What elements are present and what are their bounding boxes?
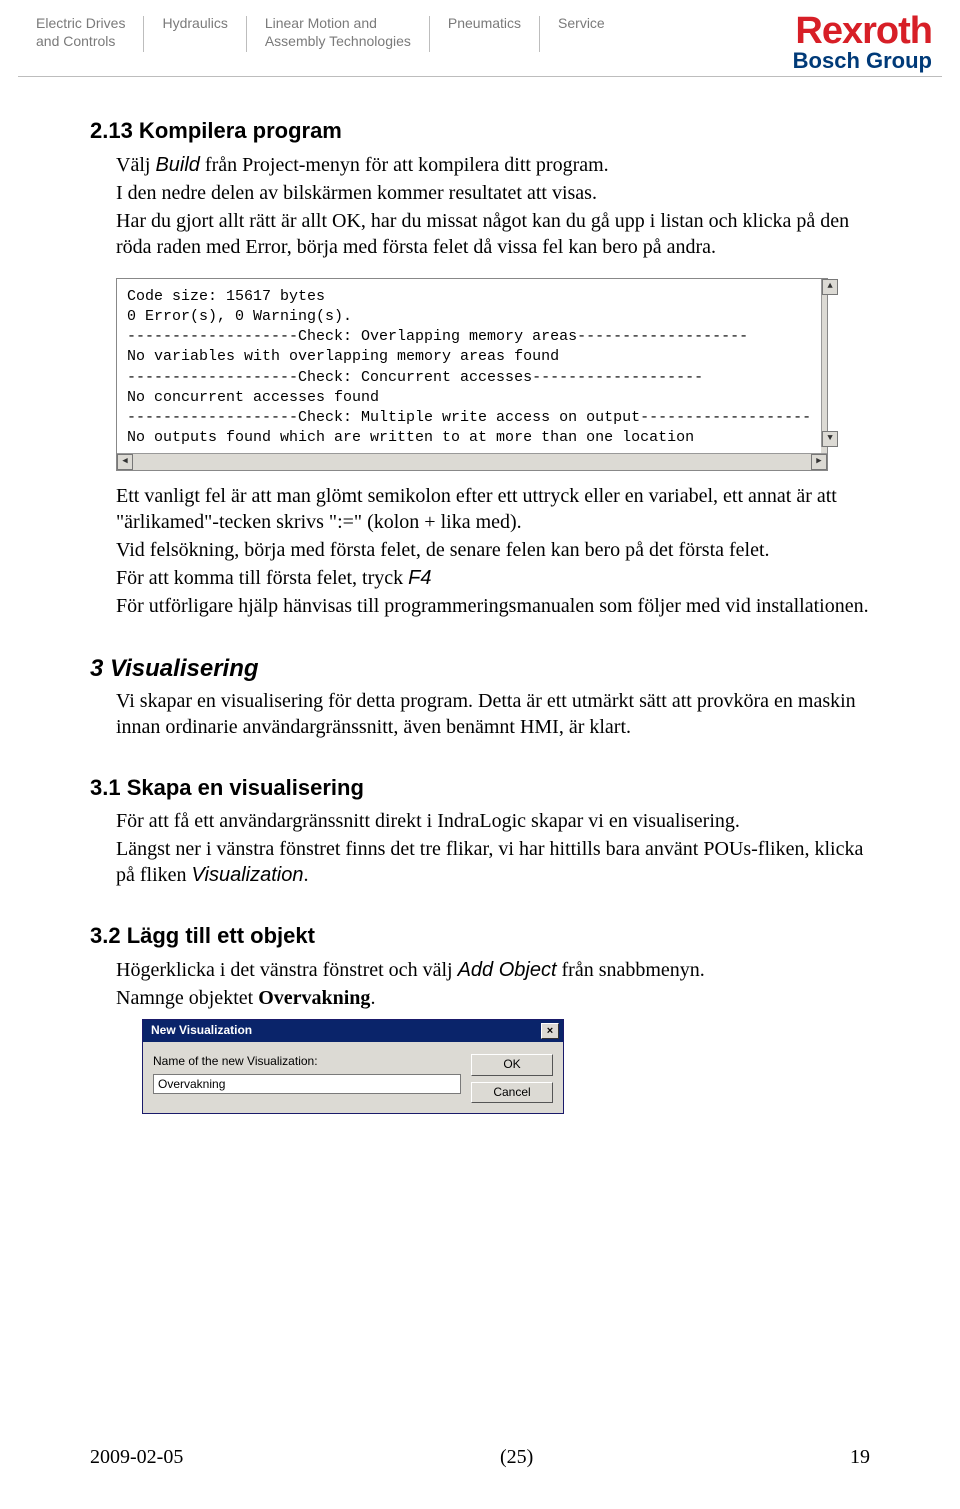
dialog-title: New Visualization (151, 1023, 252, 1039)
heading-3-1: 3.1 Skapa en visualisering (90, 774, 870, 803)
logo-main: Rexroth (793, 14, 932, 48)
text: Namnge objektet (116, 987, 258, 1009)
text: Vi skapar en visualisering för detta pro… (116, 688, 870, 740)
heading-2-13: 2.13 Kompilera program (90, 117, 870, 146)
dialog-titlebar: New Visualization × (143, 1020, 563, 1042)
text: Högerklicka i det vänstra fönstret och v… (116, 959, 458, 981)
section-3-body: Vi skapar en visualisering för detta pro… (116, 688, 870, 740)
footer-center: (25) (183, 1446, 850, 1469)
keyword-visualization: Visualization (192, 864, 304, 886)
page-footer: 2009-02-05 (25) 19 (90, 1446, 870, 1469)
keyword-f4: F4 (408, 567, 431, 589)
text: För att komma till första felet, tryck (116, 567, 408, 589)
footer-page-number: 19 (850, 1446, 870, 1469)
header-item: Electric Drives and Controls (18, 14, 143, 50)
header-item: Service (540, 14, 623, 32)
scroll-left-icon[interactable]: ◀ (117, 454, 133, 470)
section-2-13-body: Välj Build från Project-menyn för att ko… (116, 152, 870, 260)
heading-3-2: 3.2 Lägg till ett objekt (90, 922, 870, 951)
text: För att få ett användargränssnitt direkt… (116, 808, 870, 834)
keyword-build: Build (155, 154, 199, 176)
cancel-button[interactable]: Cancel (471, 1082, 553, 1104)
section-3-2-body: Högerklicka i det vänstra fönstret och v… (116, 957, 870, 1114)
section-3-1-body: För att få ett användargränssnitt direkt… (116, 808, 870, 888)
text: . (370, 987, 375, 1009)
new-visualization-dialog: New Visualization × Name of the new Visu… (142, 1019, 564, 1114)
scrollbar-horizontal[interactable]: ◀ ▶ (117, 453, 827, 470)
logo-sub: Bosch Group (793, 48, 932, 74)
text: från snabbmenyn. (557, 959, 705, 981)
text: För utförligare hjälp hänvisas till prog… (116, 593, 870, 619)
text: Ett vanligt fel är att man glömt semikol… (116, 483, 870, 535)
keyword-add-object: Add Object (458, 959, 557, 981)
text: . (303, 864, 308, 886)
text: Välj (116, 154, 155, 176)
ok-button[interactable]: OK (471, 1054, 553, 1076)
heading-3: 3 Visualisering (90, 653, 870, 684)
text: Vid felsökning, börja med första felet, … (116, 537, 870, 563)
keyword-overvakning: Overvakning (258, 987, 370, 1009)
brand-logo: Rexroth Bosch Group (793, 14, 942, 74)
header-item: Pneumatics (430, 14, 539, 32)
scroll-up-icon[interactable]: ▲ (822, 279, 838, 295)
text: Har du gjort allt rätt är allt OK, har d… (116, 208, 870, 260)
scrollbar-vertical[interactable]: ▲ ▼ (821, 279, 827, 447)
scroll-right-icon[interactable]: ▶ (811, 454, 827, 470)
build-output-panel: Code size: 15617 bytes 0 Error(s), 0 War… (116, 278, 828, 471)
text: från Project-menyn för att kompilera dit… (200, 154, 609, 176)
visualization-name-input[interactable] (153, 1074, 461, 1094)
section-2-13-after: Ett vanligt fel är att man glömt semikol… (116, 483, 870, 619)
text: I den nedre delen av bilskärmen kommer r… (116, 180, 870, 206)
header-item: Linear Motion and Assembly Technologies (247, 14, 429, 50)
scroll-down-icon[interactable]: ▼ (822, 431, 838, 447)
close-icon[interactable]: × (541, 1023, 559, 1039)
header-item: Hydraulics (144, 14, 245, 32)
footer-date: 2009-02-05 (90, 1446, 183, 1469)
build-output-text: Code size: 15617 bytes 0 Error(s), 0 War… (117, 279, 821, 453)
page-header: Electric Drives and Controls Hydraulics … (0, 0, 960, 70)
dialog-label: Name of the new Visualization: (153, 1054, 461, 1070)
